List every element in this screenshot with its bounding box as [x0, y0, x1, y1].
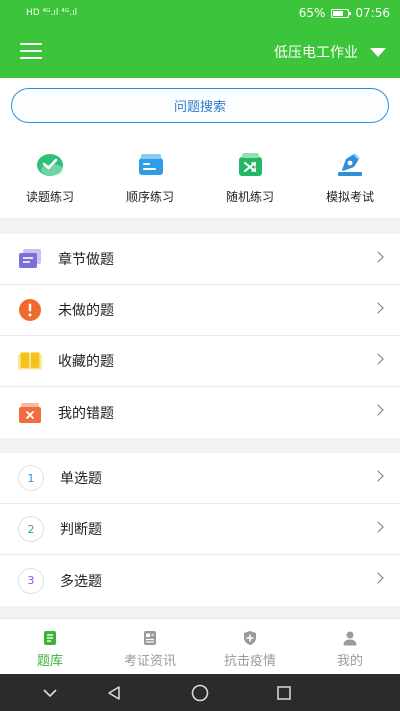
quick-label: 顺序练习 [125, 190, 174, 204]
chevron-right-icon [372, 404, 384, 416]
shuffle-icon [239, 153, 262, 176]
quick-mock-exam[interactable]: 模拟考试 [300, 132, 400, 218]
tab-label: 我的 [336, 654, 363, 669]
dropdown-triangle-icon [370, 47, 386, 57]
sequence-icon [139, 154, 163, 175]
status-bar: HD ⁴ᴳ.ıl ⁴ᴳ.ıl 65% 07:56 [0, 0, 400, 26]
practice-menu: 章节做题 未做的题 收藏的题 我的错题 [0, 234, 400, 438]
menu-label: 未做的题 [58, 303, 114, 319]
quick-label: 读题练习 [25, 190, 74, 204]
quick-sequential-practice[interactable]: 顺序练习 [100, 132, 200, 218]
hide-keyboard-chevron-icon[interactable] [39, 682, 61, 704]
check-circle-icon [37, 154, 63, 176]
menu-label: 判断题 [60, 522, 102, 538]
recents-square-icon[interactable] [273, 682, 295, 704]
number-badge: 2 [18, 516, 44, 542]
user-icon [343, 631, 357, 646]
menu-true-false[interactable]: 2 判断题 [0, 504, 400, 555]
quick-read-practice[interactable]: 读题练习 [0, 132, 100, 218]
bottom-tab-bar: 题库 考证资讯 抗击疫情 我的 [0, 618, 400, 674]
subject-label: 低压电工作业 [274, 45, 358, 61]
exclamation-icon [18, 298, 42, 322]
quick-random-practice[interactable]: 随机练习 [200, 132, 300, 218]
clock: 07:56 [355, 6, 390, 20]
number-badge: 1 [18, 465, 44, 491]
tab-fight-epidemic[interactable]: 抗击疫情 [200, 619, 300, 675]
search-section: 问题搜索 [0, 78, 400, 132]
chevron-right-icon [372, 470, 384, 482]
menu-chapter-questions[interactable]: 章节做题 [0, 234, 400, 285]
menu-label: 收藏的题 [58, 354, 114, 370]
menu-single-choice[interactable]: 1 单选题 [0, 453, 400, 504]
menu-undone-questions[interactable]: 未做的题 [0, 285, 400, 336]
search-button-label: 问题搜索 [173, 100, 226, 115]
tab-question-bank[interactable]: 题库 [0, 619, 100, 675]
wrong-box-icon [18, 401, 42, 425]
menu-multiple-choice[interactable]: 3 多选题 [0, 555, 400, 606]
home-circle-icon[interactable] [189, 682, 211, 704]
number-badge: 3 [18, 567, 44, 594]
tab-label: 题库 [36, 654, 63, 669]
menu-label: 单选题 [60, 471, 102, 487]
question-bank-icon [44, 631, 56, 645]
battery-icon [331, 8, 352, 18]
back-triangle-icon[interactable] [103, 682, 125, 704]
subject-selector[interactable]: 低压电工作业 [274, 42, 386, 62]
chevron-right-icon [372, 521, 384, 533]
menu-label: 我的错题 [58, 405, 114, 422]
chapter-icon [18, 247, 42, 271]
chevron-right-icon [372, 302, 384, 314]
quick-actions: 读题练习 顺序练习 随机练习 模拟考试 [0, 132, 400, 218]
tab-label: 考证资讯 [123, 654, 176, 669]
chevron-right-icon [372, 353, 384, 365]
app-header: 低压电工作业 [0, 26, 400, 78]
tab-mine[interactable]: 我的 [300, 619, 400, 675]
quick-label: 随机练习 [225, 190, 274, 204]
hamburger-menu-icon[interactable] [20, 43, 42, 59]
tab-label: 抗击疫情 [223, 654, 276, 669]
book-icon [18, 349, 42, 373]
menu-label: 多选题 [60, 573, 102, 590]
menu-favorite-questions[interactable]: 收藏的题 [0, 336, 400, 387]
shield-plus-icon [244, 631, 256, 645]
menu-wrong-questions[interactable]: 我的错题 [0, 387, 400, 438]
chevron-right-icon [372, 572, 384, 584]
news-icon [144, 631, 156, 645]
signal-indicators: HD ⁴ᴳ.ıl ⁴ᴳ.ıl [26, 8, 78, 18]
question-type-menu: 1 单选题 2 判断题 3 多选题 [0, 453, 400, 606]
question-search-button[interactable]: 问题搜索 [11, 88, 389, 123]
chevron-right-icon [372, 251, 384, 263]
quick-label: 模拟考试 [325, 190, 374, 204]
battery-percent: 65% [298, 6, 326, 20]
pen-icon [338, 153, 362, 176]
system-nav-bar [0, 674, 400, 711]
tab-exam-news[interactable]: 考证资讯 [100, 619, 200, 675]
menu-label: 章节做题 [58, 252, 114, 268]
